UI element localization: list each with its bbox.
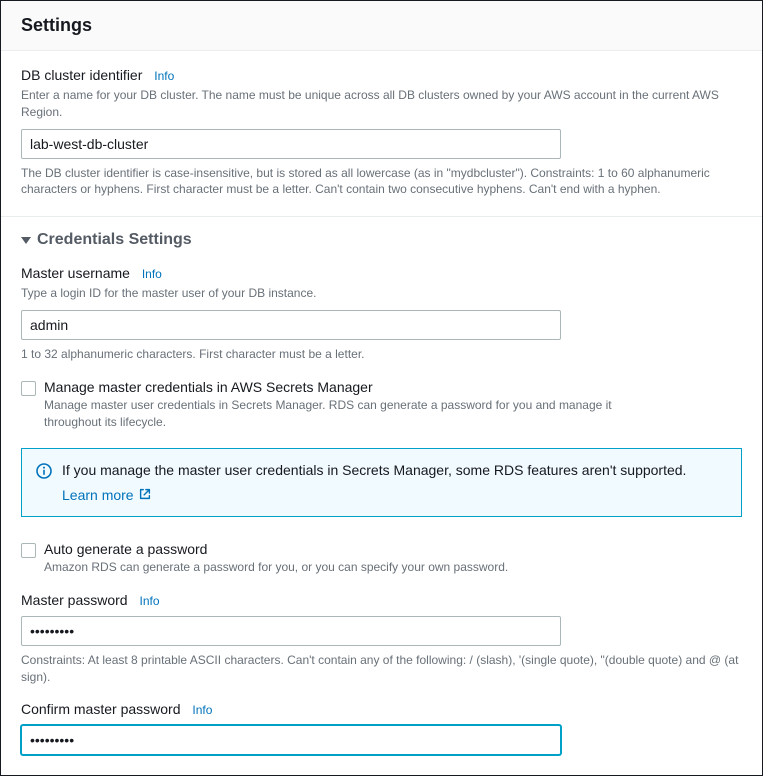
info-box-content: If you manage the master user credential… [62,461,686,504]
auto-generate-row: Auto generate a password Amazon RDS can … [21,541,742,576]
confirm-password-field: Confirm master password Info [21,701,742,755]
secrets-manager-row: Manage master credentials in AWS Secrets… [21,379,742,431]
cluster-id-label: DB cluster identifier [21,67,142,83]
master-username-info-link[interactable]: Info [142,267,162,281]
page-title: Settings [21,15,742,36]
secrets-manager-label: Manage master credentials in AWS Secrets… [44,379,742,395]
confirm-password-label: Confirm master password [21,701,181,717]
master-password-label: Master password [21,592,128,608]
secrets-manager-label-group: Manage master credentials in AWS Secrets… [44,379,742,431]
info-icon [36,463,52,482]
auto-generate-desc: Amazon RDS can generate a password for y… [44,559,634,576]
cluster-id-constraint: The DB cluster identifier is case-insens… [21,165,742,199]
info-box-text: If you manage the master user credential… [62,461,686,481]
master-username-field: Master username Info Type a login ID for… [21,265,742,363]
auto-generate-label-group: Auto generate a password Amazon RDS can … [44,541,742,576]
secrets-manager-checkbox[interactable] [21,381,36,396]
master-username-input[interactable] [21,310,561,340]
master-username-constraint: 1 to 32 alphanumeric characters. First c… [21,346,742,363]
info-box: If you manage the master user credential… [21,448,742,517]
cluster-id-help: Enter a name for your DB cluster. The na… [21,87,742,121]
master-username-label: Master username [21,265,130,281]
master-password-constraint: Constraints: At least 8 printable ASCII … [21,652,742,686]
divider [1,216,762,217]
master-password-input[interactable] [21,616,561,646]
cluster-id-info-link[interactable]: Info [154,69,174,83]
master-password-field: Master password Info Constraints: At lea… [21,592,742,686]
confirm-password-input[interactable] [21,725,561,755]
learn-more-link[interactable]: Learn more [62,487,152,504]
secrets-manager-desc: Manage master user credentials in Secret… [44,397,634,431]
auto-generate-label: Auto generate a password [44,541,742,557]
auto-generate-checkbox[interactable] [21,543,36,558]
credentials-section-title: Credentials Settings [37,231,192,249]
settings-header: Settings [1,1,762,51]
credentials-section-header[interactable]: Credentials Settings [21,231,742,249]
cluster-id-field: DB cluster identifier Info Enter a name … [21,67,742,198]
master-username-help: Type a login ID for the master user of y… [21,285,742,302]
settings-content: DB cluster identifier Info Enter a name … [1,51,762,755]
master-password-info-link[interactable]: Info [139,594,159,608]
learn-more-text: Learn more [62,487,134,503]
cluster-id-input[interactable] [21,129,561,159]
confirm-password-info-link[interactable]: Info [192,703,212,717]
caret-down-icon [21,235,31,245]
external-link-icon [138,487,152,504]
